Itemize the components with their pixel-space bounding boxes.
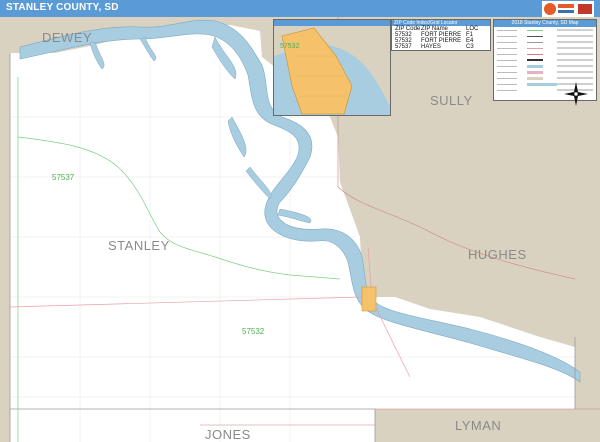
inset-map[interactable]: 57532 (273, 19, 391, 116)
zip-name-cell: HAYES (421, 44, 441, 50)
table-row: 57537 HAYES C3 (392, 44, 490, 50)
zip-code-index: ZIP Code Index/Grid Locator ZIP Code ZIP… (391, 19, 491, 51)
legend-row (497, 34, 593, 39)
compass-rose-icon (564, 82, 588, 106)
legend-title: 2018 Stanley County, SD Map (494, 20, 596, 27)
zip-label-57537: 57537 (52, 173, 75, 182)
inset-drawing: 57532 (274, 27, 390, 115)
legend-row (497, 28, 593, 33)
zip-code-cell: 57537 (395, 44, 412, 50)
page-title: STANLEY COUNTY, SD (6, 2, 119, 13)
legend-row (497, 70, 593, 75)
county-label-dewey: DEWEY (42, 30, 92, 45)
publisher-logo-icon (542, 1, 594, 17)
zip-loc-cell: C3 (466, 44, 474, 50)
county-label-hughes: HUGHES (468, 247, 527, 262)
legend-row (497, 58, 593, 63)
inset-zip-label: 57532 (280, 43, 300, 50)
legend-row (497, 46, 593, 51)
county-label-lyman: LYMAN (455, 418, 501, 433)
county-label-stanley: STANLEY (108, 238, 170, 253)
legend-row (497, 40, 593, 45)
map-page: STANLEY COUNTY, SD DEWEY SULLY STANLEY H… (0, 0, 600, 442)
fort-pierre-zip-area[interactable] (361, 286, 377, 312)
title-bar: STANLEY COUNTY, SD (0, 0, 600, 18)
legend-row (497, 52, 593, 57)
county-label-sully: SULLY (430, 93, 473, 108)
county-label-jones: JONES (205, 427, 251, 442)
legend-row (497, 76, 593, 81)
zip-label-57532: 57532 (242, 327, 265, 336)
legend-row (497, 64, 593, 69)
